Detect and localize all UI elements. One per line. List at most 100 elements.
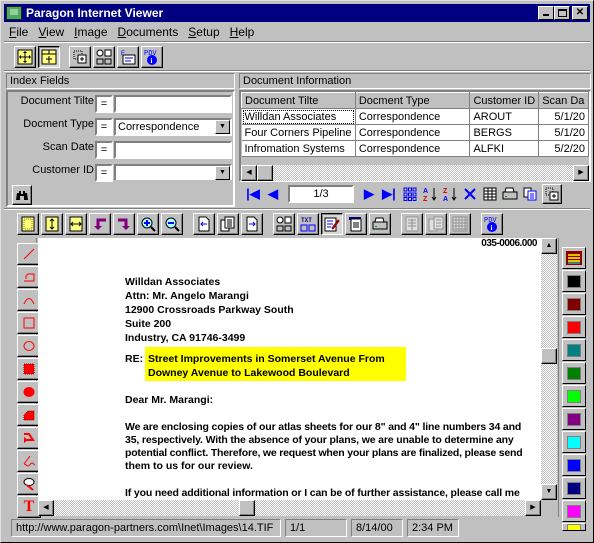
column-header-customer-id[interactable]: Customer ID (469, 92, 540, 109)
table-row[interactable]: Infromation Systems Correspondence ALFKI… (241, 140, 589, 157)
scroll-left-button[interactable]: ◀ (241, 165, 257, 181)
scan-date-operator[interactable]: = (95, 141, 113, 159)
cell-scan-date[interactable]: 5/1/20 (538, 124, 589, 141)
menu-help[interactable]: Help (225, 25, 260, 39)
zoom-out-button[interactable] (161, 213, 183, 235)
scroll-down-button[interactable]: ▼ (541, 484, 557, 500)
thumbnail-view-button[interactable] (400, 184, 420, 204)
scrollbar-thumb[interactable] (541, 348, 557, 364)
customer-id-dropdown[interactable]: ▼ (114, 164, 232, 180)
options-button[interactable] (93, 46, 115, 68)
layout-view-button[interactable] (38, 46, 60, 68)
zoom-in-button[interactable] (137, 213, 159, 235)
annotate-button[interactable] (321, 213, 343, 235)
fit-height-button[interactable] (41, 213, 63, 235)
menu-file[interactable]: File (4, 25, 33, 39)
menu-image[interactable]: Image (69, 25, 112, 39)
column-header-scan-date[interactable]: Scan Da (538, 92, 589, 109)
print-button[interactable] (500, 184, 520, 204)
text-view-button[interactable]: TXT (297, 213, 319, 235)
search-button[interactable] (12, 185, 32, 205)
color-swatch[interactable] (562, 293, 586, 315)
scroll-left-button[interactable]: ◀ (38, 500, 54, 516)
copy-button[interactable] (520, 184, 540, 204)
table-row[interactable]: Willdan Associates Correspondence AROUT … (241, 108, 589, 125)
scroll-right-button[interactable]: ▶ (525, 500, 541, 516)
document-title-input[interactable] (114, 95, 232, 113)
cell-document-type[interactable]: Correspondence (355, 140, 471, 157)
color-swatch[interactable] (562, 362, 586, 384)
cell-customer-id[interactable]: ALFKI (469, 140, 540, 157)
document-type-dropdown[interactable]: Correspondence ▼ (114, 118, 232, 136)
document-horizontal-scrollbar[interactable]: ◀ ▶ (38, 500, 541, 516)
menu-view[interactable]: View (33, 25, 69, 39)
highlighter-button[interactable] (562, 247, 586, 269)
menu-documents[interactable]: Documents (113, 25, 184, 39)
table-row[interactable]: Four Corners Pipeline Correspondence BER… (241, 124, 589, 141)
color-swatch[interactable] (562, 339, 586, 361)
pdv-info-button[interactable]: PDV i (141, 46, 163, 68)
cell-scan-date[interactable]: 5/1/20 (538, 108, 589, 125)
scan-date-input[interactable] (114, 141, 232, 159)
grid-horizontal-scrollbar[interactable]: ◀ ▶ (241, 165, 589, 181)
color-swatch[interactable] (562, 431, 586, 453)
color-swatch[interactable] (562, 454, 586, 476)
email-button[interactable]: E (117, 46, 139, 68)
menu-setup[interactable]: Setup (183, 25, 224, 39)
sort-ascending-button[interactable]: AZ (420, 184, 440, 204)
cell-document-title[interactable]: Four Corners Pipeline (241, 124, 356, 141)
new-window-button[interactable] (69, 46, 91, 68)
close-button[interactable]: ✕ (572, 6, 588, 20)
properties-button[interactable] (345, 213, 367, 235)
document-vertical-scrollbar[interactable]: ▲ ▼ (541, 238, 557, 500)
cell-document-title[interactable]: Infromation Systems (241, 140, 356, 157)
cell-customer-id[interactable]: BERGS (469, 124, 540, 141)
scrollbar-thumb[interactable] (257, 165, 273, 181)
image-print-button[interactable] (369, 213, 391, 235)
table-view-button[interactable] (480, 184, 500, 204)
chevron-down-icon[interactable]: ▼ (215, 166, 230, 180)
rotate-right-button[interactable] (113, 213, 135, 235)
record-position-field[interactable]: 1/3 (288, 185, 354, 203)
previous-record-button[interactable]: ◀ (263, 184, 283, 204)
color-swatch[interactable] (562, 385, 586, 407)
sort-descending-button[interactable]: ZA (440, 184, 460, 204)
new-window-button-2[interactable] (542, 184, 562, 204)
column-header-document-title[interactable]: Document Tilte (241, 92, 356, 109)
cell-document-type[interactable]: Correspondence (355, 124, 471, 141)
cell-customer-id[interactable]: AROUT (469, 108, 540, 125)
scroll-right-button[interactable]: ▶ (573, 165, 589, 181)
image-pdv-info-button[interactable]: PDV i (481, 213, 503, 235)
scroll-up-button[interactable]: ▲ (541, 238, 557, 254)
color-swatch[interactable] (562, 270, 586, 292)
fit-page-button[interactable] (17, 213, 39, 235)
first-record-button[interactable]: |◀ (243, 184, 263, 204)
maximize-button[interactable] (554, 6, 570, 20)
column-header-document-type[interactable]: Docment Type (354, 92, 471, 109)
document-title-operator[interactable]: = (95, 95, 113, 113)
scrollbar-thumb[interactable] (239, 500, 255, 516)
color-swatch[interactable] (562, 408, 586, 430)
fit-width-button[interactable] (65, 213, 87, 235)
next-page-button[interactable] (241, 213, 263, 235)
fit-view-button[interactable] (14, 46, 36, 68)
next-record-button[interactable]: ▶ (359, 184, 379, 204)
rotate-left-button[interactable] (89, 213, 111, 235)
minimize-button[interactable] (538, 6, 554, 20)
last-record-button[interactable]: ▶| (379, 184, 399, 204)
cell-document-title[interactable]: Willdan Associates (241, 108, 356, 125)
delete-button[interactable] (460, 184, 480, 204)
color-swatch[interactable] (562, 477, 586, 499)
thumbnails-button[interactable] (217, 213, 239, 235)
cell-scan-date[interactable]: 5/2/20 (538, 140, 589, 157)
chevron-down-icon[interactable]: ▼ (215, 120, 230, 134)
color-swatch[interactable] (562, 523, 586, 531)
document-type-operator[interactable]: = (95, 118, 113, 136)
color-swatch[interactable] (562, 500, 586, 522)
previous-page-button[interactable] (193, 213, 215, 235)
document-image-view[interactable]: 035-0006.000 Willdan Associates Attn: Mr… (38, 238, 541, 500)
cell-document-type[interactable]: Correspondence (355, 108, 471, 125)
image-options-button[interactable] (273, 213, 295, 235)
color-swatch[interactable] (562, 316, 586, 338)
customer-id-operator[interactable]: = (95, 164, 113, 182)
